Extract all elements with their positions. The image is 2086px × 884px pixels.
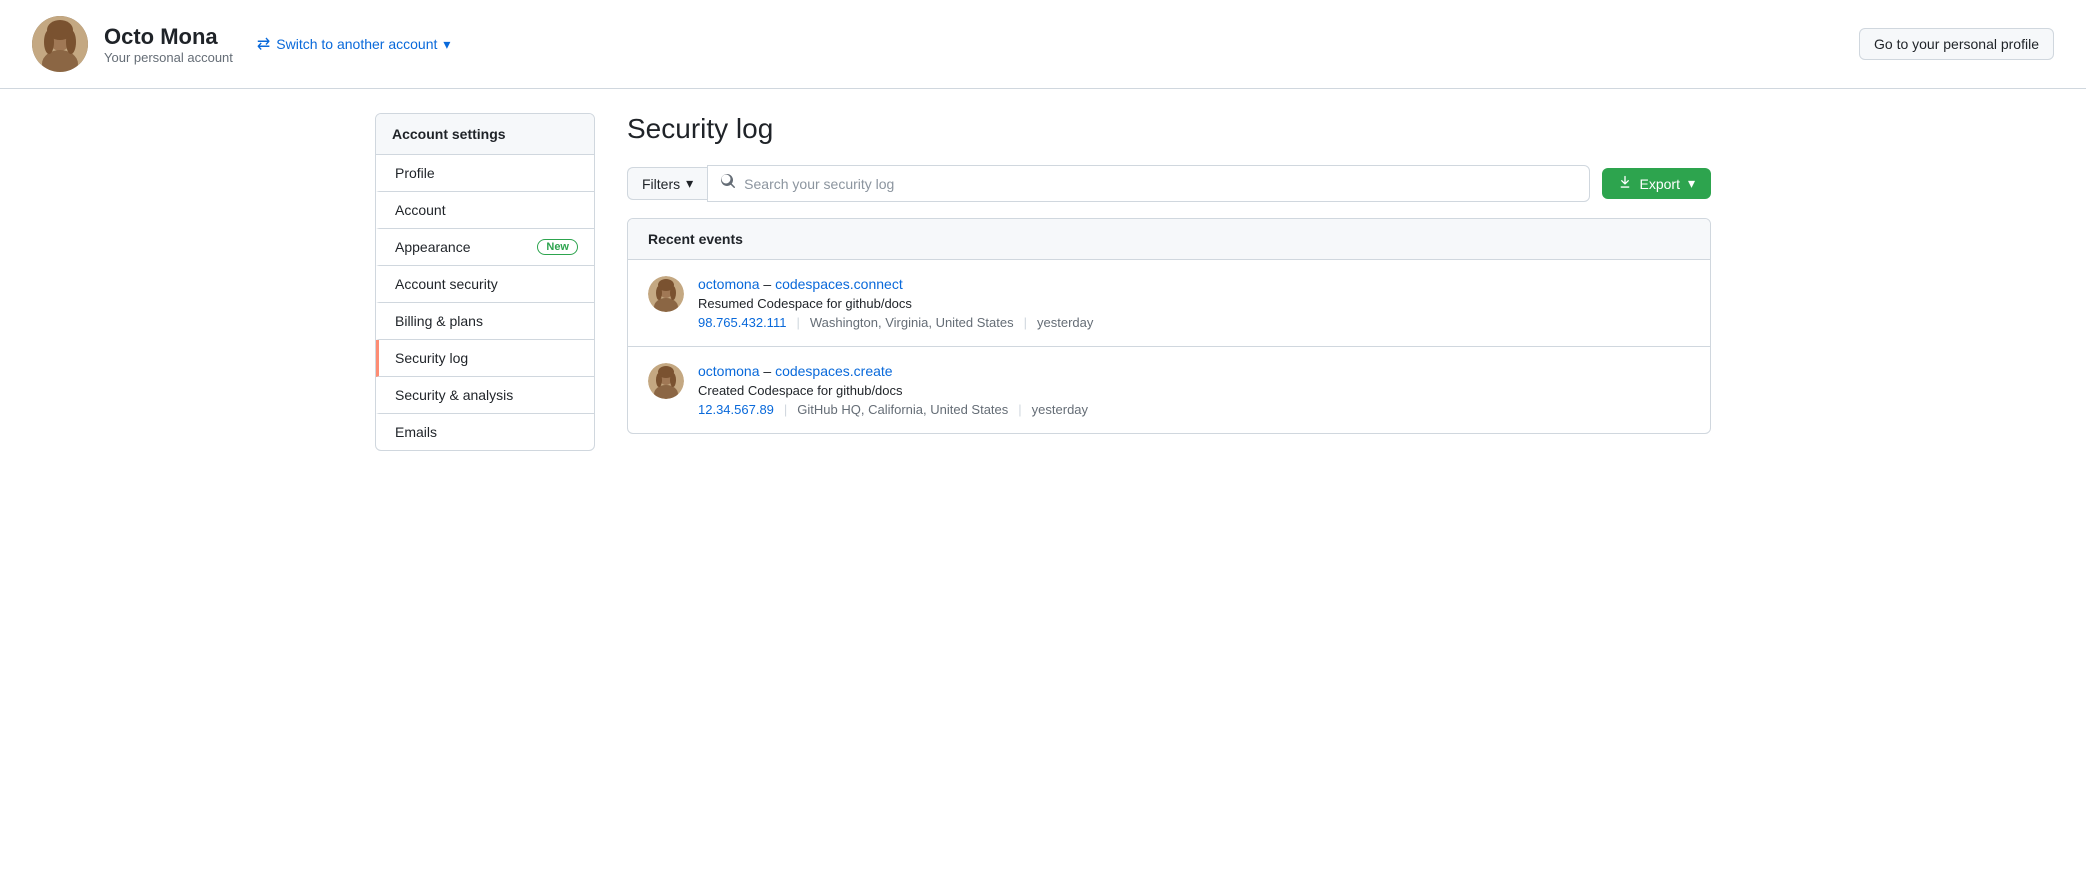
sidebar-item-appearance[interactable]: Appearance New [376,229,594,266]
sidebar-item-profile[interactable]: Profile [376,155,594,192]
avatar [648,363,684,399]
sidebar-item-label: Security & analysis [395,387,513,403]
event-ip-link[interactable]: 98.765.432.111 [698,315,786,330]
event-location: GitHub HQ, California, United States [797,402,1008,417]
sidebar-item-label: Security log [395,350,468,366]
event-meta: 98.765.432.111 | Washington, Virginia, U… [698,315,1690,330]
sidebar-item-account[interactable]: Account [376,192,594,229]
event-separator: | [1024,315,1027,330]
switch-account-link[interactable]: ⇄ Switch to another account ▾ [257,34,451,54]
header-username: Octo Mona [104,24,233,50]
sidebar: Account settings Profile Account Appeara… [375,113,595,451]
event-separator: | [796,315,799,330]
event-meta: 12.34.567.89 | GitHub HQ, California, Un… [698,402,1690,417]
table-row: octomona – codespaces.connect Resumed Co… [628,260,1710,347]
event-title-separator: – [763,276,775,292]
event-title: octomona – codespaces.connect [698,276,1690,292]
events-header: Recent events [628,219,1710,260]
export-button[interactable]: Export ▾ [1602,168,1712,199]
export-label: Export [1640,176,1680,192]
chevron-down-icon: ▾ [686,175,693,192]
chevron-down-icon: ▾ [443,36,450,53]
sidebar-item-emails[interactable]: Emails [376,414,594,450]
event-ip-link[interactable]: 12.34.567.89 [698,402,774,417]
event-time: yesterday [1037,315,1093,330]
header: Octo Mona Your personal account ⇄ Switch… [0,0,2086,89]
search-container [707,165,1589,202]
sidebar-item-label: Billing & plans [395,313,483,329]
page-title: Security log [627,113,1711,145]
switch-icon: ⇄ [257,34,270,54]
event-separator: | [1018,402,1021,417]
sidebar-item-security-log[interactable]: Security log [376,340,594,377]
sidebar-item-security-analysis[interactable]: Security & analysis [376,377,594,414]
event-user-link[interactable]: octomona [698,276,759,292]
filters-button[interactable]: Filters ▾ [627,167,707,200]
event-time: yesterday [1032,402,1088,417]
event-action-link[interactable]: codespaces.create [775,363,893,379]
download-icon [1618,175,1632,192]
badge-new: New [537,239,578,255]
toolbar-left: Filters ▾ [627,165,1590,202]
event-title-separator: – [763,363,775,379]
sidebar-item-label: Appearance [395,239,471,255]
sidebar-title: Account settings [376,114,594,155]
event-location: Washington, Virginia, United States [810,315,1014,330]
profile-button[interactable]: Go to your personal profile [1859,28,2054,60]
event-user-link[interactable]: octomona [698,363,759,379]
sidebar-item-label: Account [395,202,446,218]
event-description: Created Codespace for github/docs [698,383,1690,398]
event-action-link[interactable]: codespaces.connect [775,276,903,292]
table-row: octomona – codespaces.create Created Cod… [628,347,1710,433]
main-content: Security log Filters ▾ [627,113,1711,451]
event-description: Resumed Codespace for github/docs [698,296,1690,311]
events-container: Recent events octomona [627,218,1711,434]
header-subtitle: Your personal account [104,50,233,65]
switch-account-label: Switch to another account [276,36,437,52]
sidebar-item-label: Profile [395,165,435,181]
sidebar-item-label: Emails [395,424,437,440]
avatar [32,16,88,72]
sidebar-item-label: Account security [395,276,498,292]
sidebar-item-account-security[interactable]: Account security [376,266,594,303]
event-separator: | [784,402,787,417]
avatar [648,276,684,312]
event-content: octomona – codespaces.create Created Cod… [698,363,1690,417]
header-left: Octo Mona Your personal account ⇄ Switch… [32,16,450,72]
filters-label: Filters [642,176,680,192]
header-user-info: Octo Mona Your personal account [104,24,233,65]
event-content: octomona – codespaces.connect Resumed Co… [698,276,1690,330]
chevron-down-icon: ▾ [1688,175,1695,192]
layout: Account settings Profile Account Appeara… [343,89,1743,475]
search-input[interactable] [744,176,1576,192]
search-icon [720,173,736,194]
event-title: octomona – codespaces.create [698,363,1690,379]
sidebar-item-billing[interactable]: Billing & plans [376,303,594,340]
toolbar: Filters ▾ Expo [627,165,1711,202]
